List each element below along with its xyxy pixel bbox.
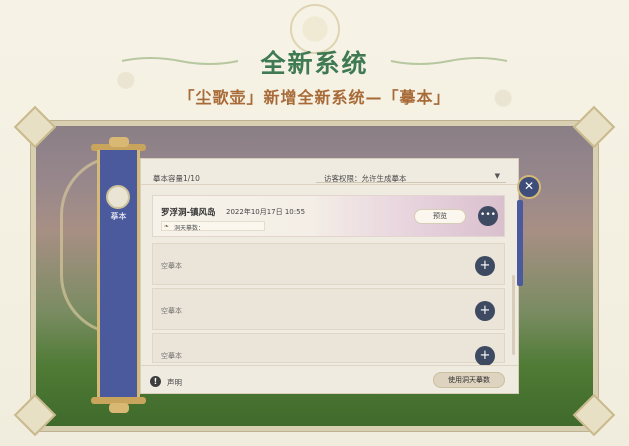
copy-slot-empty: 空摹本 + — [152, 333, 505, 366]
panel-top-bar: 摹本容量1/10 访客权限：允许生成摹本 ▼ — [141, 159, 518, 185]
more-options-icon[interactable]: ••• — [478, 206, 498, 226]
empty-slot-label: 空摹本 — [161, 352, 182, 360]
use-realm-code-button[interactable]: 使用洞天摹数 — [433, 372, 505, 388]
copy-slot-empty: 空摹本 + — [152, 243, 505, 285]
scroll-bottom-knob — [109, 403, 129, 413]
copy-slot-title: 罗浮洞-镇风岛 — [161, 208, 216, 218]
scroll-top-knob — [109, 137, 129, 147]
copy-slot-empty: 空摹本 + — [152, 288, 505, 330]
headline: 全新系统 — [260, 49, 369, 78]
subheadline: 「尘歌壶」新增全新系统—「摹本」 — [178, 88, 451, 107]
copy-slot-code-field: ❧ 洞天摹数： — [161, 221, 265, 232]
empty-slot-label: 空摹本 — [161, 262, 182, 270]
scroll-label: 摹本 — [110, 212, 127, 221]
add-copy-icon[interactable]: + — [475, 346, 495, 366]
empty-slot-label: 空摹本 — [161, 307, 182, 315]
visitor-permission-value: 访客权限：允许生成摹本 — [324, 174, 407, 183]
add-copy-icon[interactable]: + — [475, 301, 495, 321]
list-scrollbar[interactable] — [512, 275, 515, 355]
preview-button[interactable]: 预览 — [414, 209, 466, 224]
copy-slot-date: 2022年10月17日 10:55 — [226, 208, 306, 216]
capacity-label: 摹本容量1/10 — [153, 174, 200, 183]
copy-emblem-icon — [106, 185, 130, 209]
copy-slot-filled[interactable]: 罗浮洞-镇风岛 2022年10月17日 10:55 ❧ 洞天摹数： 预览 ••• — [152, 195, 505, 237]
panel-bottom-bar: ! 声明 使用洞天摹数 — [141, 365, 518, 395]
leaf-icon: ❧ — [164, 223, 170, 230]
close-icon[interactable]: ✕ — [517, 175, 541, 199]
copy-panel: 摹本容量1/10 访客权限：允许生成摹本 ▼ 罗浮洞-镇风岛 2022年10月1… — [140, 158, 519, 394]
exclamation-icon[interactable]: ! — [150, 376, 161, 387]
chevron-down-icon: ▼ — [494, 172, 500, 180]
right-scroll-strip — [517, 200, 523, 286]
visitor-permission-dropdown[interactable]: 访客权限：允许生成摹本 ▼ — [316, 167, 506, 183]
copy-slot-code-label: 洞天摹数： — [174, 225, 205, 232]
notice-link[interactable]: 声明 — [167, 377, 182, 388]
add-copy-icon[interactable]: + — [475, 256, 495, 276]
